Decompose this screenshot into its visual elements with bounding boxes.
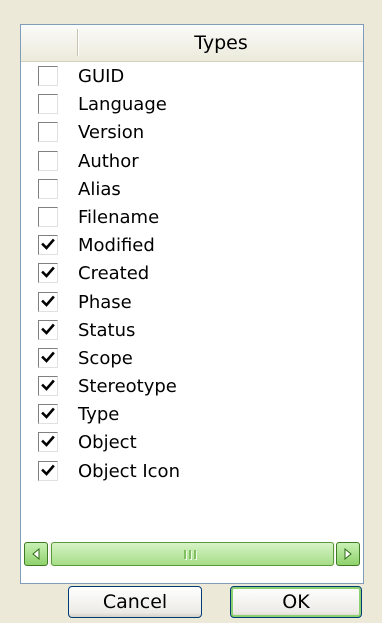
ok-button[interactable]: OK bbox=[230, 586, 362, 618]
list-item-label: Object bbox=[78, 432, 137, 454]
checkbox-checked[interactable] bbox=[38, 319, 58, 340]
checkbox-unchecked[interactable] bbox=[38, 178, 58, 199]
list-item-label: Language bbox=[78, 94, 167, 116]
checkbox-checked[interactable] bbox=[38, 460, 58, 481]
list-item-label: Version bbox=[78, 122, 145, 144]
header-column-divider[interactable] bbox=[77, 29, 78, 56]
checkbox-checked[interactable] bbox=[38, 347, 58, 368]
list-item-label: Filename bbox=[78, 206, 160, 228]
list-item-label: Scope bbox=[78, 347, 133, 369]
list-item[interactable]: Created bbox=[21, 260, 363, 288]
header-types-column[interactable]: Types bbox=[79, 25, 363, 61]
list-item-label: Modified bbox=[78, 235, 155, 257]
list-item[interactable]: Scope bbox=[21, 345, 363, 373]
checkbox-checked[interactable] bbox=[38, 432, 58, 453]
checkbox-checked[interactable] bbox=[38, 263, 58, 284]
list-item[interactable]: Type bbox=[21, 401, 363, 429]
list-item-label: GUID bbox=[78, 66, 125, 87]
list-header: Types bbox=[21, 25, 363, 62]
scrollbar-thumb[interactable] bbox=[51, 542, 334, 566]
types-listview[interactable]: Types GUID Language Version Author Alias File… bbox=[20, 24, 364, 584]
header-checkbox-column[interactable] bbox=[21, 25, 77, 61]
scroll-right-button[interactable] bbox=[336, 542, 360, 566]
scrollbar-track[interactable] bbox=[49, 542, 335, 566]
list-item[interactable]: Alias bbox=[21, 176, 363, 204]
list-item-label: Stereotype bbox=[78, 376, 177, 398]
list-item-label: Object Icon bbox=[78, 460, 180, 482]
checkbox-checked[interactable] bbox=[38, 404, 58, 425]
list-item[interactable]: Phase bbox=[21, 289, 363, 317]
list-item[interactable]: Modified bbox=[21, 232, 363, 260]
checkbox-unchecked[interactable] bbox=[38, 122, 58, 143]
types-list: GUID Language Version Author Alias Filename Mo… bbox=[21, 63, 363, 486]
list-item[interactable]: Version bbox=[21, 119, 363, 147]
list-item[interactable]: Filename bbox=[21, 204, 363, 232]
list-item[interactable]: Object Icon bbox=[21, 458, 363, 486]
list-item[interactable]: Object bbox=[21, 429, 363, 457]
checkbox-checked[interactable] bbox=[38, 376, 58, 397]
checkbox-unchecked[interactable] bbox=[38, 206, 58, 227]
list-item[interactable]: Status bbox=[21, 317, 363, 345]
checkbox-unchecked[interactable] bbox=[38, 94, 58, 115]
horizontal-scrollbar[interactable] bbox=[24, 542, 360, 566]
checkbox-unchecked[interactable] bbox=[38, 66, 58, 86]
checkbox-checked[interactable] bbox=[38, 235, 58, 256]
list-item-label: Created bbox=[78, 263, 150, 285]
cancel-button[interactable]: Cancel bbox=[68, 586, 202, 618]
list-item-label: Author bbox=[78, 150, 139, 172]
list-item[interactable]: Author bbox=[21, 148, 363, 176]
list-item[interactable]: Stereotype bbox=[21, 373, 363, 401]
list-item-label: Type bbox=[78, 404, 120, 426]
list-item[interactable]: GUID bbox=[21, 63, 363, 91]
checkbox-unchecked[interactable] bbox=[38, 150, 58, 171]
checkbox-checked[interactable] bbox=[38, 291, 58, 312]
list-item-label: Alias bbox=[78, 178, 121, 200]
scroll-left-button[interactable] bbox=[24, 542, 48, 566]
list-item-label: Status bbox=[78, 319, 136, 341]
list-item-label: Phase bbox=[78, 291, 132, 313]
list-item[interactable]: Language bbox=[21, 91, 363, 119]
